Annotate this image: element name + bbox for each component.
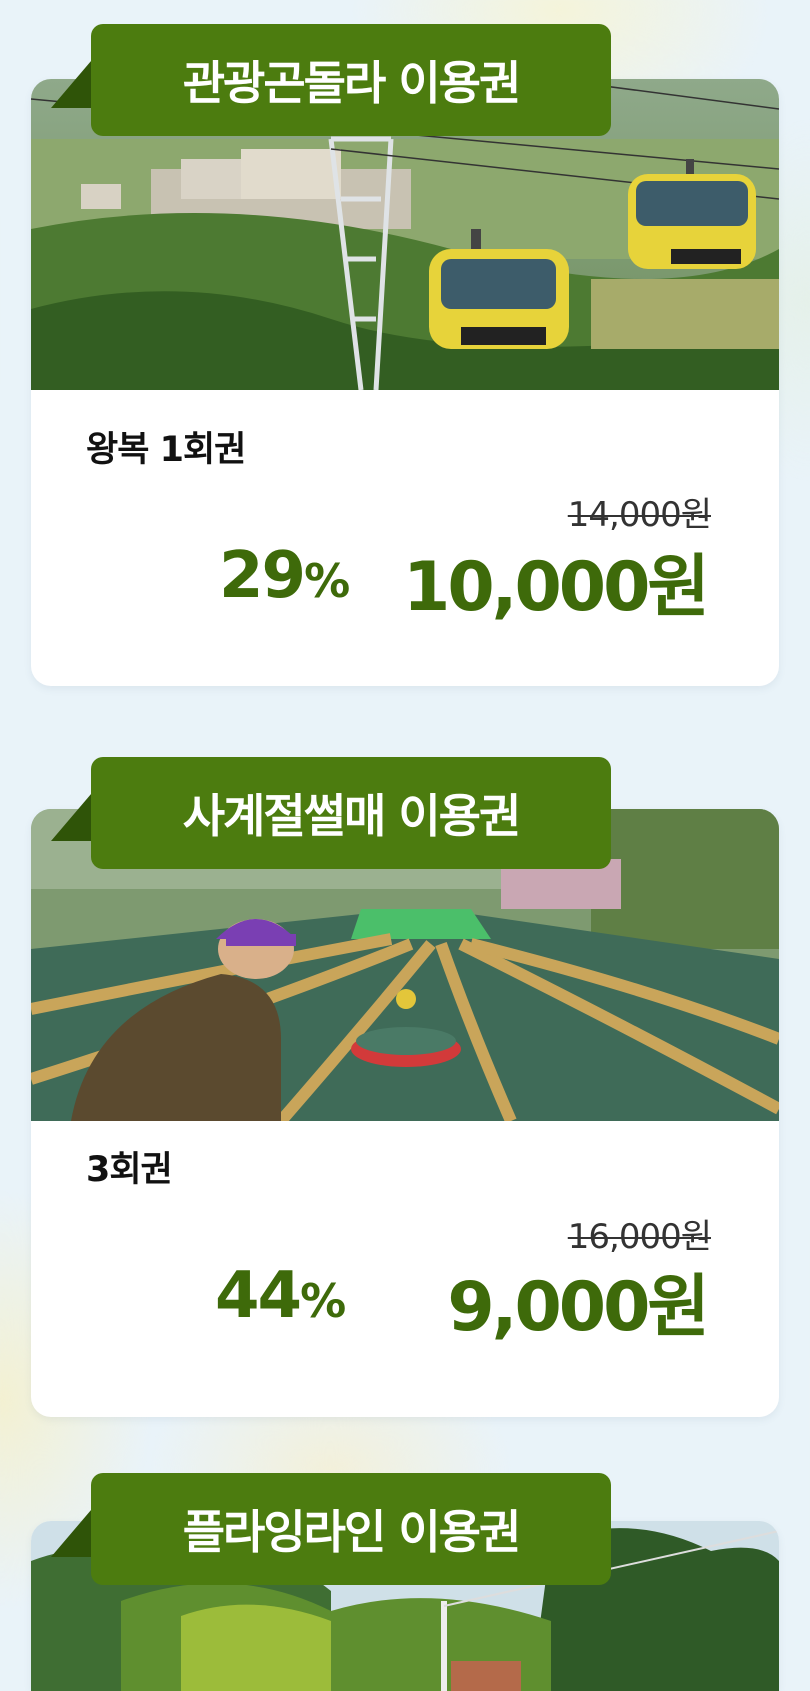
ticket-option-label: 왕복 1회권 xyxy=(86,430,246,470)
ticket-card[interactable]: 3회권 16,000원 44% 9,000원 xyxy=(31,809,779,1417)
ticket-section-gondola: 관광곤돌라 이용권 왕복 1회권 14,000원 29% 10,000원 xyxy=(31,24,779,686)
discount-rate: 29% xyxy=(219,539,350,613)
ticket-option-label: 3회권 xyxy=(86,1150,173,1190)
discount-rate: 44% xyxy=(215,1259,346,1333)
discount-unit: % xyxy=(304,554,350,608)
discount-unit: % xyxy=(300,1274,346,1328)
original-price: 14,000원 xyxy=(567,495,712,535)
ticket-title-banner: 사계절썰매 이용권 xyxy=(91,757,611,869)
discount-value: 29 xyxy=(219,539,306,613)
sale-price: 10,000원 xyxy=(403,548,710,627)
sale-price: 9,000원 xyxy=(447,1268,710,1347)
discount-value: 44 xyxy=(215,1259,302,1333)
ticket-section-flyingline: 플라잉라인 이용권 xyxy=(31,1473,779,1691)
ticket-card[interactable]: 왕복 1회권 14,000원 29% 10,000원 xyxy=(31,79,779,686)
ticket-section-sled: 사계절썰매 이용권 3회권 16,000원 44% 9,000원 xyxy=(31,757,779,1417)
ticket-title-banner: 관광곤돌라 이용권 xyxy=(91,24,611,136)
ticket-title-banner: 플라잉라인 이용권 xyxy=(91,1473,611,1585)
